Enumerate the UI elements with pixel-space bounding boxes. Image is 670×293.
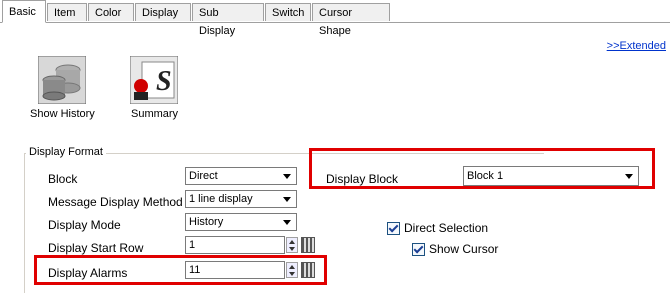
show-history-label: Show History [30,108,95,120]
start-row-input[interactable]: 1 [185,236,285,254]
tab-display[interactable]: Display [135,3,191,21]
message-method-value: 1 line display [189,193,253,205]
extended-link[interactable]: >>Extended [607,40,666,52]
show-cursor-checkbox[interactable] [412,243,425,256]
tab-color[interactable]: Color [88,3,134,21]
group-border-left [24,153,25,293]
direct-selection-label: Direct Selection [404,221,489,235]
direct-selection-checkbox[interactable] [387,222,400,235]
tab-switch[interactable]: Switch [265,3,311,21]
chevron-down-icon [283,220,291,225]
show-history-icon[interactable] [37,55,87,105]
block-label: Block [48,172,78,186]
arrow-down-icon [289,247,295,251]
start-row-value: 1 [189,239,196,251]
tab-bar: Basic Item Color Display Sub Display Swi… [0,0,670,37]
tab-cursor-shape[interactable]: Cursor Shape [312,3,390,37]
display-mode-select[interactable]: History [185,213,297,231]
tab-sub-display[interactable]: Sub Display [192,3,264,37]
tab-item[interactable]: Item [47,3,87,21]
highlight-box-display-block [309,148,655,189]
start-row-label: Display Start Row [48,241,144,255]
svg-text:S: S [156,66,172,97]
chevron-down-icon [283,197,291,202]
start-row-spinner[interactable] [286,237,298,253]
keypad-icon[interactable] [301,237,315,253]
message-method-label: Message Display Method [48,195,183,209]
arrow-up-icon [289,240,295,244]
message-method-select[interactable]: 1 line display [185,190,297,208]
chevron-down-icon [283,174,291,179]
tab-basic[interactable]: Basic [2,0,46,23]
show-cursor-label: Show Cursor [429,242,499,256]
display-mode-label: Display Mode [48,218,121,232]
block-value: Direct [189,170,218,182]
display-format-title: Display Format [26,146,106,158]
summary-icon[interactable]: S [129,55,179,105]
summary-label: Summary [131,108,179,120]
display-mode-value: History [189,216,224,228]
block-select[interactable]: Direct [185,167,297,185]
